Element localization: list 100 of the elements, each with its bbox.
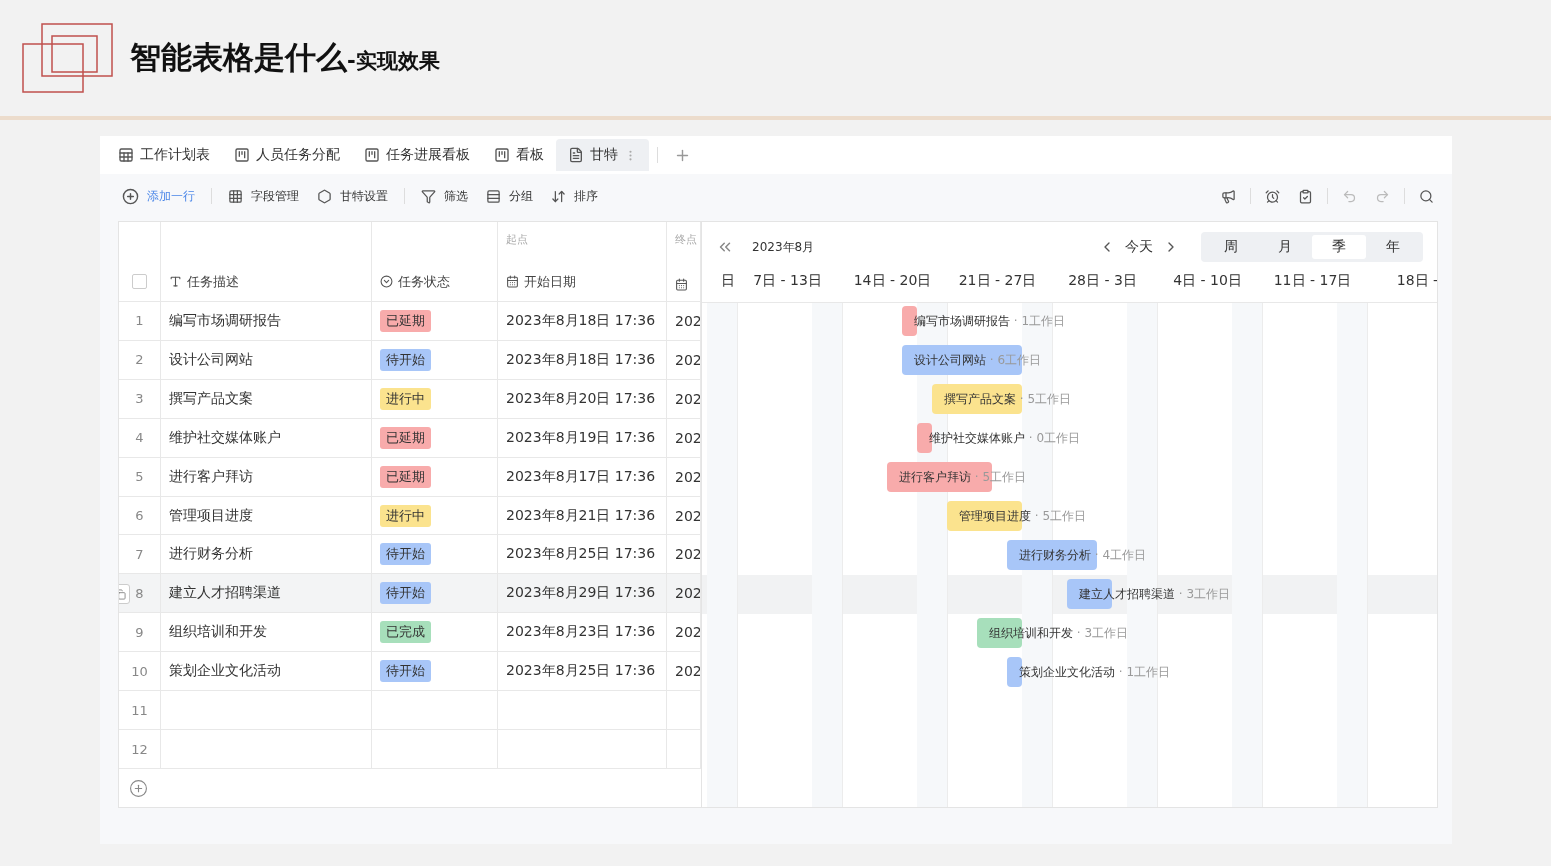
table-row[interactable]: 2 设计公司网站 待开始 2023年8月18日 17:36 202 (119, 340, 701, 380)
table-row[interactable]: 12 (119, 730, 701, 770)
scale-tab[interactable]: 年 (1366, 235, 1420, 259)
view-tab[interactable]: 工作计划表 (106, 139, 222, 171)
task-name: 撰写产品文案 (169, 389, 253, 408)
table-row[interactable]: 6 管理项目进度 进行中 2023年8月21日 17:36 202 (119, 496, 701, 536)
table-row[interactable]: 11 (119, 691, 701, 731)
bar-label: 维护社交媒体账户 · 0工作日 (929, 430, 1081, 446)
toolbar-button[interactable]: 甘特设置 (317, 187, 388, 205)
scale-tab[interactable]: 季 (1312, 235, 1366, 259)
table-row[interactable]: 4 维护社交媒体账户 已延期 2023年8月19日 17:36 202 (119, 418, 701, 458)
row-number: 6 (135, 508, 144, 523)
row-number: 9 (135, 624, 144, 640)
date-cell: 2023年8月20日 17:36 (506, 389, 656, 408)
table-row[interactable]: 8 建立人才招聘渠道 待开始 2023年8月29日 17:36 202 (119, 574, 701, 614)
table-row[interactable]: 1 编写市场调研报告 已延期 2023年8月18日 17:36 202 (119, 301, 701, 341)
date-cell: 2023年8月21日 17:36 (506, 506, 656, 525)
date-cell: 202 (675, 585, 700, 602)
add-row-icon[interactable] (129, 778, 148, 798)
table-row[interactable]: 3 撰写产品文案 进行中 2023年8月20日 17:36 202 (119, 379, 701, 419)
bar-label: 策划企业文化活动 · 1工作日 (1019, 664, 1171, 680)
row-number: 3 (135, 391, 144, 407)
bar-label: 撰写产品文案 · 5工作日 (944, 391, 1072, 407)
date-cell: 202 (675, 351, 700, 368)
status-tag: 已完成 (380, 621, 431, 644)
date-cell: 202 (675, 507, 700, 524)
week-label: 7日 - 13日 (752, 272, 823, 290)
table-row[interactable]: 10 策划企业文化活动 待开始 2023年8月25日 17:36 202 (119, 652, 701, 692)
calendar-icon (506, 275, 519, 289)
toolbar-button[interactable]: 分组 (486, 187, 533, 205)
toolbar-button[interactable]: 排序 (551, 187, 598, 205)
status-tag: 待开始 (380, 348, 431, 371)
task-name: 维护社交媒体账户 (169, 428, 281, 447)
date-cell: 2023年8月29日 17:36 (506, 584, 656, 603)
row-number: 5 (135, 469, 144, 485)
status-tag: 已延期 (380, 309, 431, 332)
kanban-icon (234, 147, 250, 163)
column-caption: 终点 (675, 232, 698, 246)
date-cell: 2023年8月19日 17:36 (506, 428, 656, 447)
column-header[interactable]: 任务状态 (380, 272, 497, 291)
date-cell: 2023年8月25日 17:36 (506, 662, 656, 681)
document-icon (568, 147, 584, 163)
date-cell: 202 (675, 663, 700, 680)
scale-tab[interactable]: 月 (1258, 235, 1312, 259)
table-row[interactable]: 9 组织培训和开发 已完成 2023年8月23日 17:36 202 (119, 613, 701, 653)
bar-label: 编写市场调研报告 · 1工作日 (914, 313, 1066, 329)
task-name: 管理项目进度 (169, 506, 253, 525)
gantt-bar[interactable] (887, 462, 992, 492)
calendar-icon (675, 277, 688, 291)
slide-title: 智能表格是什么-实现效果 (130, 38, 440, 77)
view-tab[interactable]: 甘特 (556, 139, 649, 171)
column-header[interactable]: 任务描述 (169, 272, 371, 291)
date-cell: 202 (675, 312, 700, 329)
bar-label: 建立人才招聘渠道 · 3工作日 (1079, 586, 1231, 602)
toolbar-button[interactable]: 添加一行 (122, 187, 195, 205)
task-name: 进行客户拜访 (169, 467, 253, 486)
hexagon-icon (317, 188, 332, 204)
date-cell: 2023年8月23日 17:36 (506, 623, 656, 642)
column-header[interactable]: 开始日期 (506, 272, 666, 291)
date-cell: 202 (675, 624, 700, 641)
search-icon[interactable] (1419, 188, 1434, 204)
status-tag: 进行中 (380, 504, 431, 527)
megaphone-icon[interactable] (1221, 188, 1236, 204)
row-number: 10 (131, 663, 148, 679)
bar-label: 组织培训和开发 · 3工作日 (989, 625, 1129, 641)
row-number: 8 (135, 585, 144, 601)
date-cell: 202 (675, 468, 700, 485)
task-name: 设计公司网站 (169, 350, 253, 369)
bar-label: 进行财务分析 · 4工作日 (1019, 547, 1147, 563)
clipboard-icon[interactable] (1298, 188, 1313, 204)
alarm-clock-icon[interactable] (1265, 188, 1280, 204)
view-tab[interactable]: 任务进展看板 (352, 139, 482, 171)
row-number: 2 (135, 352, 144, 368)
week-label: 4日 - 10日 (1172, 272, 1243, 290)
bar-label: 管理项目进度 · 5工作日 (959, 508, 1087, 524)
gantt-bar[interactable] (932, 384, 1022, 414)
task-name: 组织培训和开发 (169, 623, 267, 642)
gantt-bar[interactable] (1007, 540, 1097, 570)
select-all-checkbox[interactable] (132, 273, 147, 289)
week-label: 28日 - 3日 (1067, 272, 1138, 290)
status-tag: 已延期 (380, 426, 431, 449)
toolbar-button[interactable]: 筛选 (421, 187, 468, 205)
today-button[interactable]: 今天 (1125, 238, 1153, 256)
row-number: 1 (135, 313, 144, 329)
status-tag: 已延期 (380, 465, 431, 488)
toolbar-button[interactable]: 字段管理 (228, 187, 299, 205)
view-tab[interactable]: 看板 (482, 139, 556, 171)
kanban-icon (364, 147, 380, 163)
week-label: 日 (720, 272, 735, 290)
status-tag: 待开始 (380, 543, 431, 566)
grid-icon (228, 188, 243, 204)
row-number: 7 (135, 546, 144, 562)
logo-icon (22, 22, 114, 94)
view-tab[interactable]: 人员任务分配 (222, 139, 352, 171)
task-name: 策划企业文化活动 (169, 662, 281, 681)
task-name: 进行财务分析 (169, 545, 253, 564)
status-tag: 待开始 (380, 582, 431, 605)
scale-tab[interactable]: 周 (1204, 235, 1258, 259)
table-row[interactable]: 5 进行客户拜访 已延期 2023年8月17日 17:36 202 (119, 457, 701, 497)
date-cell: 202 (675, 390, 700, 407)
